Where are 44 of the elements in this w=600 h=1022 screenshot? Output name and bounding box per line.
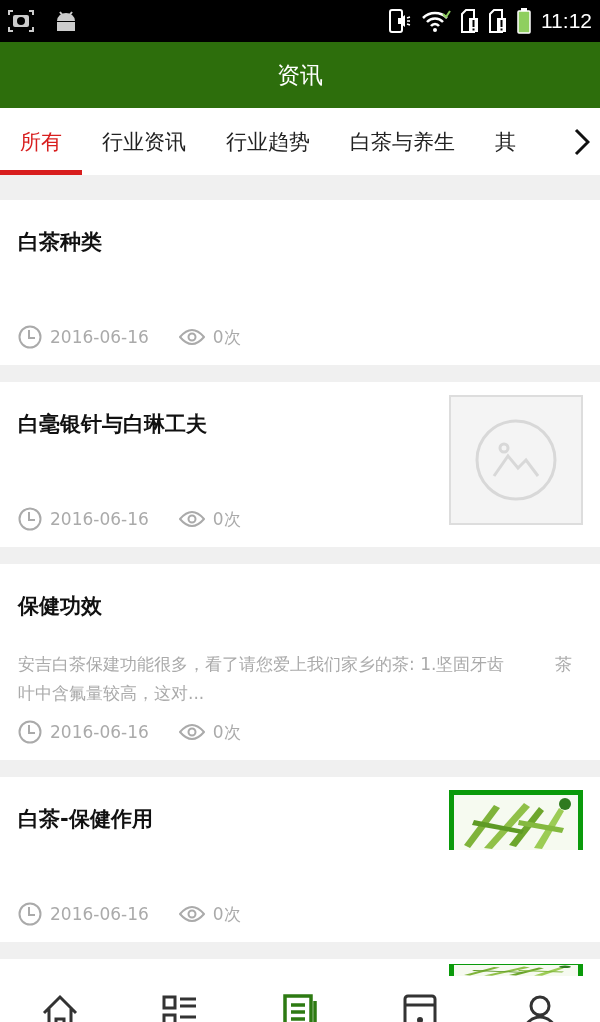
android-icon	[54, 9, 78, 33]
article-date: 2016-06-16	[50, 904, 149, 924]
home-icon[interactable]	[40, 993, 80, 1022]
news-icon[interactable]	[280, 993, 320, 1022]
clock-time: 11:12	[541, 9, 592, 33]
clock-icon	[18, 325, 42, 349]
article-title: 白茶种类	[18, 229, 103, 256]
clock-icon	[18, 507, 42, 531]
view-count: 0次	[212, 902, 241, 926]
eye-icon	[178, 723, 205, 741]
article-title: 保健功效	[18, 593, 103, 620]
view-count: 0次	[212, 720, 241, 744]
article-card[interactable]: 保健功效 安吉白茶保建功能很多，看了请您爱上我们家乡的茶: 1.坚固牙齿 茶叶中含氟量较高，这对... 2016-06-16 0次	[0, 564, 600, 760]
article-title: 白毫银针与白琳工夫	[18, 411, 208, 438]
image-icon	[474, 418, 558, 502]
category-tab[interactable]: 行业资讯	[82, 108, 206, 175]
category-tab[interactable]: 行业趋势	[206, 108, 330, 175]
article-card[interactable]: 白毫银针与白琳工夫 2016-06-16 0次	[0, 382, 600, 547]
eye-icon	[178, 328, 205, 346]
clock-icon	[18, 902, 42, 926]
category-tab[interactable]: 所有	[0, 108, 82, 175]
view-count: 0次	[212, 507, 241, 531]
phone-speaker-icon	[389, 9, 411, 33]
clock-icon	[18, 720, 42, 744]
article-date: 2016-06-16	[50, 722, 149, 742]
article-card[interactable]: 白茶种类 2016-06-16 0次	[0, 200, 600, 365]
eye-icon	[178, 905, 205, 923]
battery-icon	[517, 8, 531, 34]
article-card[interactable]	[0, 959, 600, 985]
eye-icon	[178, 510, 205, 528]
page-title: 资讯	[277, 60, 323, 90]
view-count: 0次	[212, 325, 241, 349]
category-tab[interactable]: 白茶与养生	[330, 108, 475, 175]
sim-alert-icon	[461, 9, 479, 33]
article-date: 2016-06-16	[50, 327, 149, 347]
sim-alert-icon	[489, 9, 507, 33]
category-tab[interactable]: 其	[475, 108, 536, 175]
chevron-right-icon[interactable]	[574, 127, 590, 156]
wifi-icon	[421, 10, 451, 32]
article-card[interactable]: 白茶-保健作用 2016-06-16 0次	[0, 777, 600, 942]
article-date: 2016-06-16	[50, 509, 149, 529]
article-excerpt: 安吉白茶保建功能很多，看了请您爱上我们家乡的茶: 1.坚固牙齿 茶叶中含氟量较高，这对...	[18, 653, 574, 705]
camera-icon	[8, 10, 34, 32]
article-title: 白茶-保健作用	[18, 806, 154, 833]
